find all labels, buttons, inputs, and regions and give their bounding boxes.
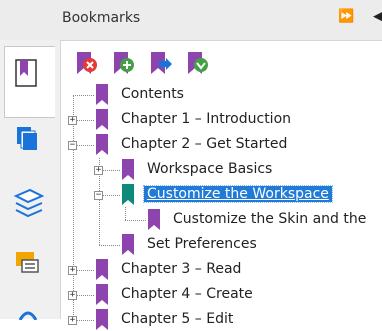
bookmark-label[interactable]: Chapter 3 – Read: [121, 261, 241, 277]
bookmark-icon: [148, 209, 160, 230]
bookmark-label[interactable]: Customize the Skin and the: [173, 211, 366, 227]
bookmark-delete-icon[interactable]: [73, 50, 99, 76]
bookmark-label[interactable]: Chapter 1 – Introduction: [121, 111, 291, 127]
expand-icon[interactable]: +: [94, 166, 103, 175]
bookmark-icon: [122, 234, 134, 255]
bookmark-icon: [96, 309, 108, 330]
bookmark-icon: [122, 159, 134, 180]
collapse-icon[interactable]: −: [68, 141, 77, 150]
panel-title: Bookmarks: [62, 10, 141, 26]
panel-header: Bookmarks ⏩ ◀: [0, 0, 382, 41]
expand-icon[interactable]: +: [68, 291, 77, 300]
bookmark-item[interactable]: + Chapter 5 – Edit: [0, 309, 382, 331]
collapse-panel-icon[interactable]: ◀: [373, 9, 382, 24]
bookmark-expand-icon[interactable]: [184, 50, 210, 76]
bookmark-label[interactable]: Contents: [121, 86, 184, 102]
bookmark-item[interactable]: Contents: [0, 84, 382, 106]
bookmark-item[interactable]: + Chapter 1 – Introduction: [0, 109, 382, 131]
bookmark-item[interactable]: + Chapter 4 – Create: [0, 284, 382, 306]
expand-icon[interactable]: +: [68, 316, 77, 325]
bookmark-label[interactable]: Workspace Basics: [147, 161, 272, 177]
tree-connector: [125, 220, 146, 221]
expand-icon[interactable]: +: [68, 266, 77, 275]
tree-connector: [99, 245, 120, 246]
expand-icon[interactable]: +: [68, 116, 77, 125]
bookmark-add-icon[interactable]: [110, 50, 136, 76]
bookmark-arrow-icon[interactable]: [147, 50, 173, 76]
bookmark-label[interactable]: Chapter 2 – Get Started: [121, 136, 287, 152]
bookmark-label[interactable]: Set Preferences: [147, 236, 257, 252]
bookmark-icon: [122, 184, 134, 205]
bookmark-item[interactable]: + Chapter 3 – Read: [0, 259, 382, 281]
bookmark-item[interactable]: + Workspace Basics: [0, 159, 382, 181]
bookmark-item[interactable]: − Customize the Workspace: [0, 184, 382, 206]
tree-connector: [73, 95, 94, 96]
bookmark-item[interactable]: − Chapter 2 – Get Started: [0, 134, 382, 156]
bookmark-icon: [96, 134, 108, 155]
bookmark-label[interactable]: Chapter 5 – Edit: [121, 311, 233, 327]
bookmark-label[interactable]: Chapter 4 – Create: [121, 286, 253, 302]
bookmark-icon: [96, 109, 108, 130]
bookmark-icon: [96, 284, 108, 305]
bookmark-item[interactable]: Set Preferences: [0, 234, 382, 256]
bookmark-icon: [96, 84, 108, 105]
bookmark-item[interactable]: Customize the Skin and the: [0, 209, 382, 231]
collapse-icon[interactable]: −: [94, 191, 103, 200]
bookmark-icon: [96, 259, 108, 280]
fast-forward-icon[interactable]: ⏩: [338, 9, 354, 24]
bookmark-label[interactable]: Customize the Workspace: [143, 185, 333, 203]
